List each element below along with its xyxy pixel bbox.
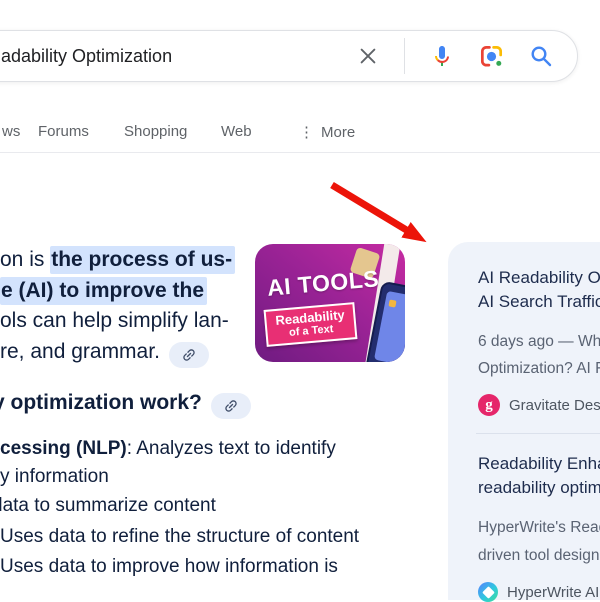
search-tabs: ws Forums Shopping Web ⋮ More [0,123,600,147]
list-item: Uses data to refine the structure of con… [0,526,360,547]
result-thumbnail-image[interactable]: AI TOOLS Readability of a Text [255,244,405,362]
tab-more-label: More [321,124,356,141]
list-item: data to summarize content [0,495,216,516]
result-snippet-line: driven tool designe [478,547,600,564]
more-dots-icon: ⋮ [299,124,314,141]
clear-search-icon[interactable] [357,45,379,67]
result-title-line: Readability Enha [478,454,600,473]
thumbnail-title: AI TOOLS [266,265,381,301]
overview-highlighted-text: the process of us- [50,246,236,274]
search-bar[interactable]: adability Optimization [0,30,578,82]
hyperwrite-ai-logo [478,582,498,602]
overview-text: re, and grammar. [0,339,160,363]
tab-web[interactable]: Web [221,123,252,140]
list-item: cessing (NLP): Analyzes text to identify [0,438,336,460]
heading-text: y optimization work? [0,391,202,414]
result-snippet-line: Optimization? AI F [478,360,600,377]
result-source: g Gravitate Design [478,394,600,416]
results-divider [476,433,600,434]
result-source-name: Gravitate Design [509,396,600,414]
voice-search-microphone-icon[interactable] [430,44,454,68]
result-title-line: readability optim [478,478,600,497]
result-snippet-line: HyperWrite's Read [478,519,600,536]
list-item-text: : Analyzes text to identify [126,438,336,459]
tab-more[interactable]: ⋮ More [299,123,355,141]
list-item-bold: cessing (NLP) [0,438,127,459]
list-item: Uses data to improve how information is [0,556,338,577]
overview-text: on is [0,248,51,271]
citation-link-icon[interactable] [210,393,251,419]
overview-text: ols can help simplify lan- [0,309,229,332]
result-title-link[interactable]: Readability Enha readability optim [478,452,600,500]
tab-shopping[interactable]: Shopping [124,123,187,140]
result-snippet-line: 6 days ago — Wha [478,333,600,350]
result-title-line: AI Search Traffic [478,292,600,311]
overview-section-heading: y optimization work? [0,391,251,419]
google-lens-icon[interactable] [479,44,504,69]
side-results-panel: AI Readability O AI Search Traffic 6 day… [448,242,600,602]
result-source-name: HyperWrite AI [507,583,600,601]
search-submit-icon[interactable] [529,44,553,68]
result-source: HyperWrite AI [478,582,600,602]
result-snippet: 6 days ago — Wha Optimization? AI F [478,328,600,382]
list-item: y information [0,466,109,487]
overview-highlighted-text: e (AI) to improve the [0,276,208,305]
ai-overview-paragraph: on is the process of us- e (AI) to impro… [0,245,236,368]
tabs-divider [0,152,600,153]
tab-news[interactable]: ws [2,123,20,140]
thumbnail-badge: Readability of a Text [263,302,358,347]
tab-forums[interactable]: Forums [38,123,89,140]
result-title-line: AI Readability O [478,268,600,287]
result-title-link[interactable]: AI Readability O AI Search Traffic [478,266,600,314]
citation-link-icon[interactable] [168,341,209,368]
gravitate-design-logo: g [478,394,500,416]
searchbar-divider [404,38,405,74]
result-snippet: HyperWrite's Read driven tool designe [478,514,600,570]
search-input[interactable]: adability Optimization [1,46,357,67]
